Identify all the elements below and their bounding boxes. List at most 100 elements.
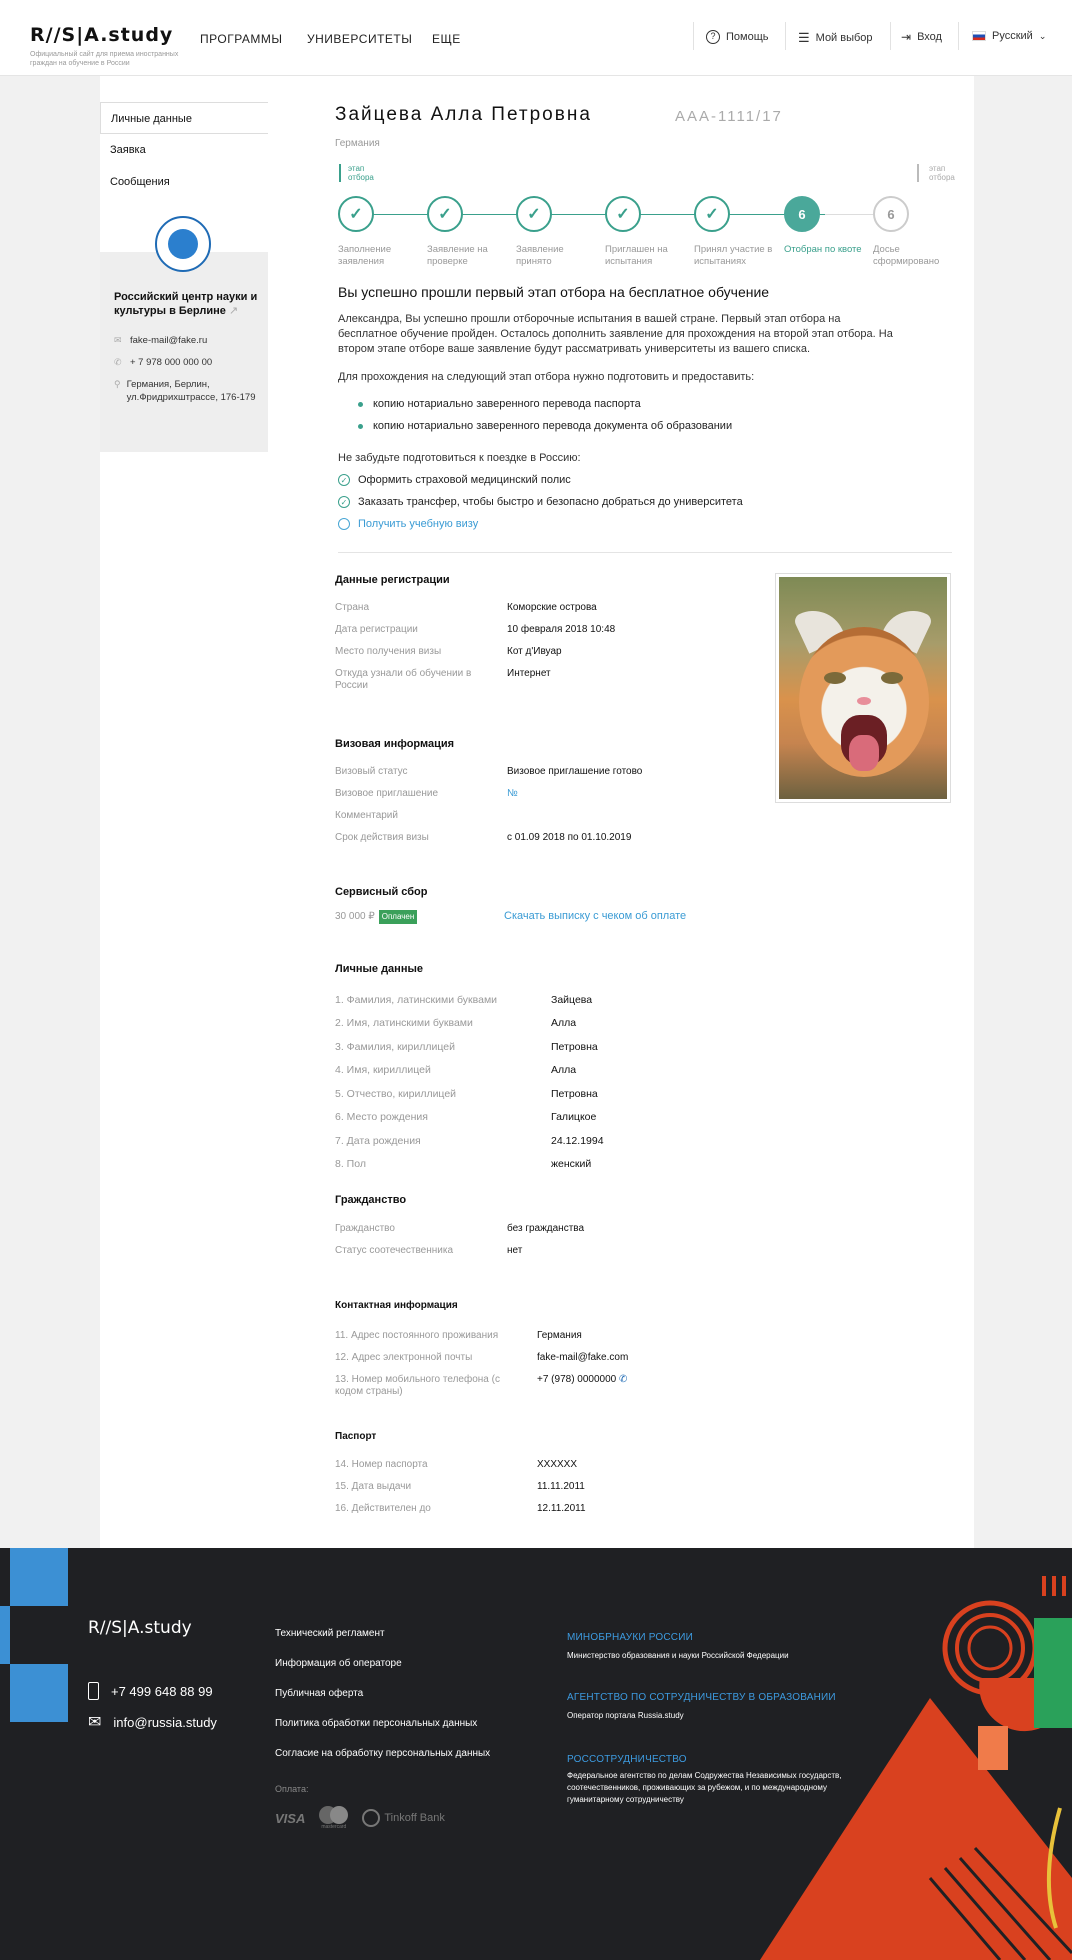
sidebar-item-personal[interactable]: Личные данные [100,102,268,134]
step-label: Приглашен на испытания [605,244,668,267]
trip-intro: Не забудьте подготовиться к поездке в Ро… [338,452,581,464]
field-label: 3. Фамилия, кириллицей [335,1041,455,1053]
field-value: +7 (978) 0000000 ✆ [537,1374,628,1385]
applicant-photo[interactable] [775,573,951,803]
divider [958,22,959,50]
login-link[interactable]: ⇥ Вход [901,30,942,44]
applicant-code: AAA-1111/17 [675,108,783,125]
field-label: 4. Имя, кириллицей [335,1064,431,1076]
field-value: 12.11.2011 [537,1503,586,1514]
nav-programs[interactable]: ПРОГРАММЫ [200,32,283,46]
sidebar-item-application[interactable]: Заявка [100,134,268,166]
footer-logo[interactable]: R//S|A.study [88,1618,192,1638]
chevron-down-icon: ⌄ [1038,30,1047,41]
org-title[interactable]: МИНОБРНАУКИ РОССИИ [567,1632,693,1643]
field-label: Место получения визы [335,646,442,657]
footer-email[interactable]: ✉ info@russia.study [88,1712,217,1732]
nav-universities[interactable]: УНИВЕРСИТЕТЫ [307,32,412,46]
download-receipt-link[interactable]: Скачать выписку с чеком об оплате [504,910,686,922]
field-label: 2. Имя, латинскими буквами [335,1017,473,1029]
decor-square [10,1548,68,1606]
divider [693,22,694,50]
field-value: XXXXXX [537,1459,578,1470]
center-email: ✉ fake-mail@fake.ru [114,335,208,346]
help-icon: ? [706,30,720,44]
field-label: Статус соотечественника [335,1245,454,1256]
field-value: 24.12.1994 [551,1135,604,1147]
footer-link[interactable]: Технический регламент [275,1628,385,1639]
field-value: Петровна [551,1041,598,1053]
footer-link[interactable]: Публичная оферта [275,1688,363,1699]
help-link[interactable]: ? Помощь [706,30,769,44]
fee-title: Сервисный сбор [335,886,428,898]
sidebar-item-messages[interactable]: Сообщения [100,166,268,198]
bullet-icon [358,423,363,429]
phone-icon[interactable]: ✆ [619,1374,627,1385]
logo-subtitle: Официальный сайт для приема иностранных … [30,51,179,67]
field-value: Коморские острова [507,602,597,613]
field-label: 14. Номер паспорта [335,1459,428,1470]
field-value: Визовое приглашение готово [507,766,643,777]
footer-link[interactable]: Информация об операторе [275,1658,402,1669]
footer-link[interactable]: Согласие на обработку персональных данны… [275,1748,490,1759]
org-title[interactable]: РОССОТРУДНИЧЕСТВО [567,1754,687,1765]
step-label: Заполнение заявления [338,244,392,267]
decorative-art [760,1576,1072,1960]
personal-title: Личные данные [335,963,423,975]
field-value: Германия [537,1330,582,1341]
nav-more[interactable]: ЕЩЕ [432,32,461,46]
visa-invitation-link[interactable]: № [507,788,518,800]
field-label: Срок действия визы [335,832,429,843]
visa-title: Визовая информация [335,738,455,750]
field-value: 10 февраля 2018 10:48 [507,624,616,635]
center-title[interactable]: Российский центр науки и культуры в Берл… [114,290,259,318]
footer-phone[interactable]: +7 499 648 88 99 [88,1682,213,1700]
divider [338,552,952,553]
step-label-current: Отобран по квоте [784,244,862,255]
field-value: без гражданства [507,1223,585,1234]
decor-square [0,1606,10,1664]
checklist-item-transfer: ✓ Заказать трансфер, чтобы быстро и безоп… [338,496,743,508]
registration-title: Данные регистрации [335,574,450,586]
field-value: с 01.09 2018 по 01.10.2019 [507,832,632,843]
field-value: Интернет [507,668,551,679]
field-value: женский [551,1158,592,1170]
language-label: Русский [992,30,1033,42]
language-select[interactable]: Русский ⌄ [972,30,1046,42]
field-label: 16. Действителен до [335,1503,431,1514]
step-1-check-icon: ✓ [338,196,374,232]
login-label: Вход [917,31,942,43]
site-footer: R//S|A.study +7 499 648 88 99 ✉ info@russ… [0,1548,1072,1960]
stage-1-marker: этап отбора [339,164,379,182]
field-label: 12. Адрес электронной почты [335,1352,473,1363]
tinkoff-logo: Tinkoff Bank [362,1809,445,1827]
field-label: Комментарий [335,810,398,821]
checklist-item-visa[interactable]: Получить учебную визу [338,518,478,530]
field-label: Страна [335,602,370,613]
russia-flag-icon [972,31,986,41]
footer-link[interactable]: Политика обработки персональных данных [275,1718,477,1729]
field-label: 11. Адрес постоянного проживания [335,1330,499,1341]
envelope-icon: ✉ [88,1714,102,1731]
step-4-check-icon: ✓ [605,196,641,232]
mastercard-logo: mastercard [319,1806,349,1830]
citizenship-title: Гражданство [335,1194,407,1206]
field-value: Зайцева [551,994,593,1006]
applicant-name: Зайцева Алла Петровна [335,104,592,125]
external-link-icon: ↗ [228,305,239,317]
field-label: Визовое приглашение [335,788,439,799]
field-value: нет [507,1245,523,1256]
step-label: Принял участие в испытаниях [694,244,773,267]
center-address: ⚲ Германия, Берлин, ул.Фридрихштрассе, 17… [114,379,256,403]
requirements-intro: Для прохождения на следующий этап отбора… [338,371,755,383]
site-logo[interactable]: R//S|A.study [30,24,173,46]
step-3-check-icon: ✓ [516,196,552,232]
field-value: fake-mail@fake.com [537,1352,629,1363]
location-pin-icon: ⚲ [114,379,121,389]
sidebar: Личные данные Заявка Сообщения [100,102,268,198]
step-label: Досье сформировано [873,244,940,267]
paid-badge: Оплачен [378,910,418,924]
my-choice-link[interactable]: ☰ Мой выбор [798,30,873,46]
visa-logo: VISA [275,1810,306,1826]
center-phone: ✆ + 7 978 000 000 00 [114,357,213,368]
